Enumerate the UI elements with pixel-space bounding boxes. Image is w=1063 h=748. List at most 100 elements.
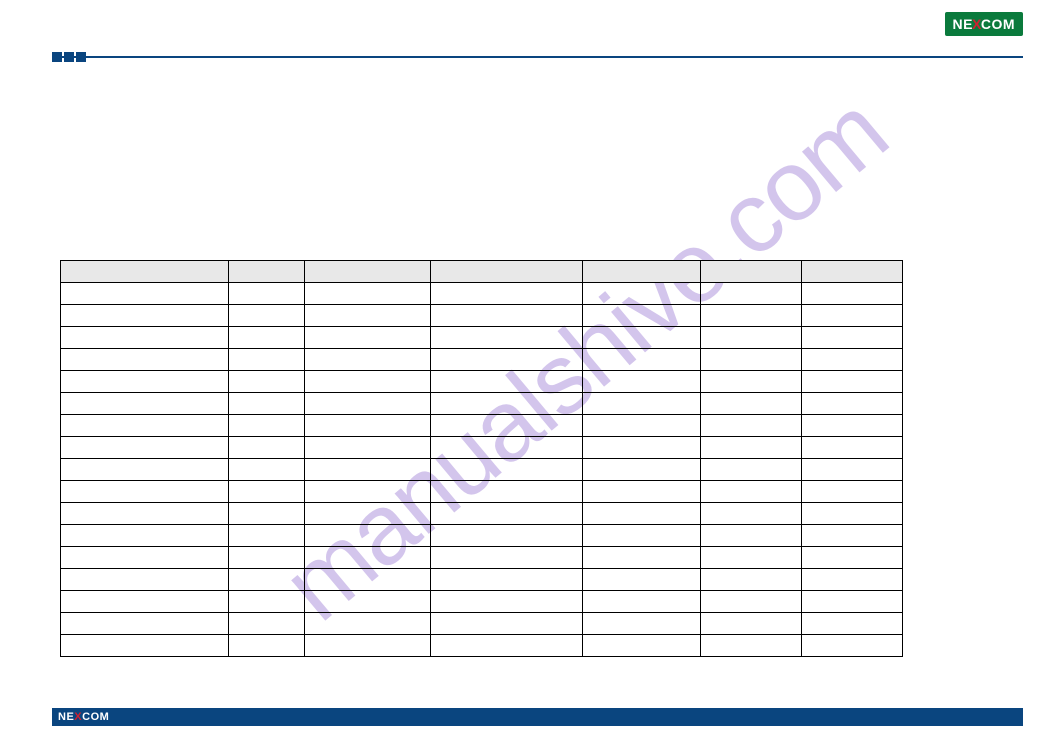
table-header-cell [583, 261, 701, 283]
table-cell [700, 437, 801, 459]
logo-box: NE X COM [945, 12, 1023, 36]
table-cell [431, 459, 583, 481]
table-cell [700, 591, 801, 613]
table-cell [583, 481, 701, 503]
table-cell [583, 591, 701, 613]
table-cell [700, 283, 801, 305]
table-cell [801, 283, 902, 305]
table-row [61, 613, 903, 635]
table-row [61, 459, 903, 481]
table-cell [801, 503, 902, 525]
table-cell [431, 305, 583, 327]
table-cell [801, 481, 902, 503]
table-row [61, 415, 903, 437]
table-row [61, 371, 903, 393]
table-cell [583, 327, 701, 349]
table-cell [229, 459, 305, 481]
table-cell [305, 591, 431, 613]
table-cell [431, 371, 583, 393]
table-cell [305, 481, 431, 503]
table-header-row [61, 261, 903, 283]
table-cell [700, 525, 801, 547]
table-header-cell [431, 261, 583, 283]
table-cell [583, 503, 701, 525]
table-cell [583, 547, 701, 569]
table-header-cell [229, 261, 305, 283]
table-cell [305, 459, 431, 481]
table-cell [700, 459, 801, 481]
table-cell [229, 415, 305, 437]
table-cell [229, 283, 305, 305]
table-cell [305, 503, 431, 525]
table-cell [431, 437, 583, 459]
table-cell [431, 481, 583, 503]
table-cell [61, 349, 229, 371]
table-cell [61, 547, 229, 569]
table-cell [229, 613, 305, 635]
table-cell [61, 591, 229, 613]
table-cell [801, 525, 902, 547]
table-row [61, 283, 903, 305]
logo-prefix: NE [953, 16, 973, 32]
table-cell [700, 305, 801, 327]
table-cell [229, 547, 305, 569]
page-container: NE X COM [0, 0, 1063, 748]
table-row [61, 569, 903, 591]
table-cell [305, 283, 431, 305]
table-cell [583, 349, 701, 371]
table-cell [700, 569, 801, 591]
table-cell [700, 393, 801, 415]
table-cell [801, 635, 902, 657]
footer-logo-suffix: COM [82, 711, 109, 723]
table-cell [583, 525, 701, 547]
table-cell [305, 415, 431, 437]
table-cell [61, 613, 229, 635]
table-row [61, 635, 903, 657]
footer-logo: NEXCOM [58, 711, 109, 723]
table-cell [61, 635, 229, 657]
table-cell [431, 547, 583, 569]
table-cell [229, 349, 305, 371]
table-cell [305, 569, 431, 591]
table-cell [61, 503, 229, 525]
table-cell [229, 635, 305, 657]
table-cell [431, 393, 583, 415]
table-cell [583, 569, 701, 591]
table-cell [801, 305, 902, 327]
table-cell [583, 371, 701, 393]
table-header-cell [801, 261, 902, 283]
table-cell [61, 525, 229, 547]
table-header-cell [700, 261, 801, 283]
table-cell [305, 327, 431, 349]
table-cell [229, 393, 305, 415]
table-cell [61, 305, 229, 327]
table-cell [801, 393, 902, 415]
table-cell [229, 481, 305, 503]
table-cell [583, 283, 701, 305]
table-cell [61, 283, 229, 305]
table-cell [431, 591, 583, 613]
table-cell [801, 591, 902, 613]
table-cell [61, 327, 229, 349]
table-cell [61, 393, 229, 415]
table-row [61, 393, 903, 415]
table-row [61, 327, 903, 349]
table-cell [305, 393, 431, 415]
table-cell [700, 547, 801, 569]
table-cell [61, 437, 229, 459]
table-cell [61, 459, 229, 481]
footer-bar: NEXCOM [52, 708, 1023, 726]
table-cell [229, 305, 305, 327]
header-rule [52, 56, 1023, 58]
table-row [61, 349, 903, 371]
table-cell [305, 635, 431, 657]
table-cell [431, 613, 583, 635]
table-cell [431, 525, 583, 547]
table-cell [229, 371, 305, 393]
table-cell [801, 459, 902, 481]
content-area [60, 260, 903, 657]
table-cell [583, 459, 701, 481]
table-row [61, 547, 903, 569]
table-row [61, 591, 903, 613]
table-cell [61, 415, 229, 437]
